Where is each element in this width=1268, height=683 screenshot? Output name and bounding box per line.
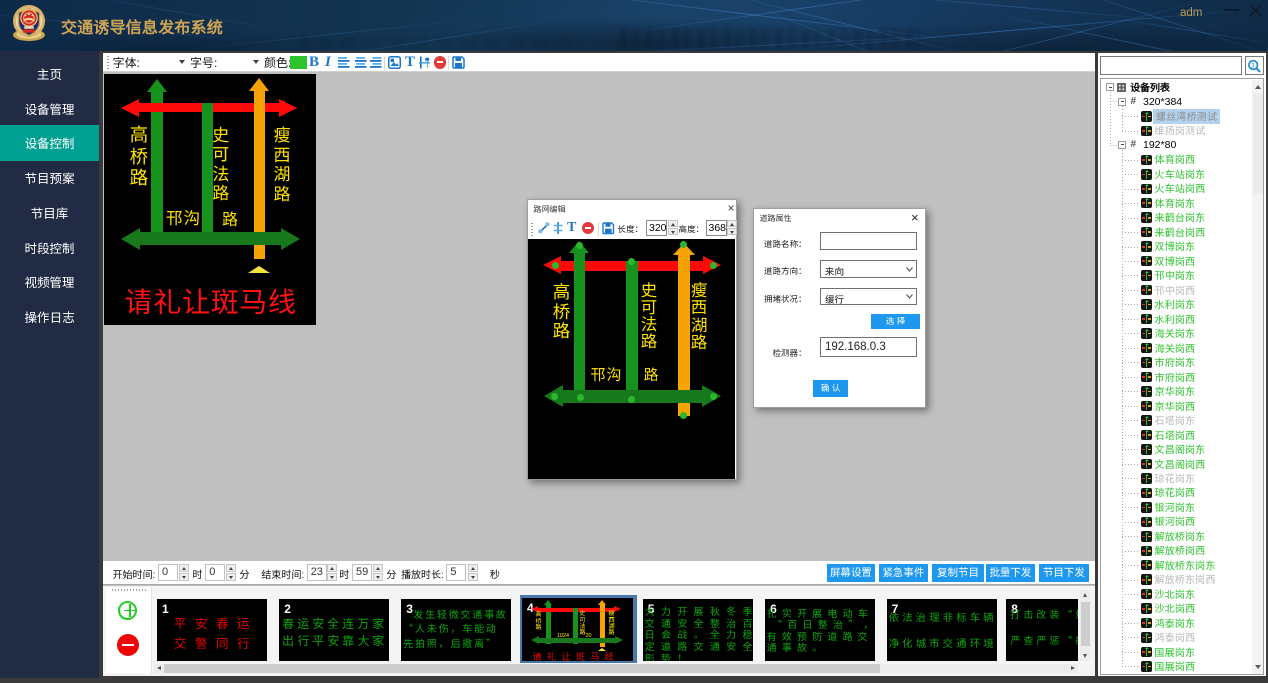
svg-text:3: 3 <box>1251 62 1255 69</box>
